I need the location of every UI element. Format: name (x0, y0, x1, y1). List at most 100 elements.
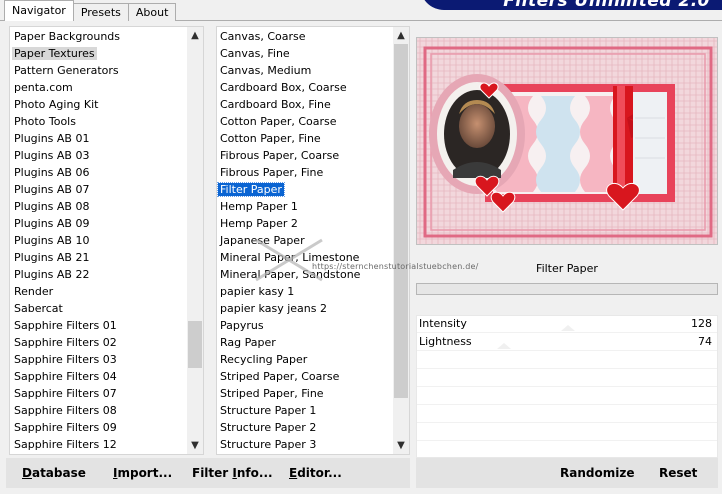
list-item[interactable]: Cardboard Box, Fine (217, 96, 393, 113)
list-item[interactable]: Sabercat (10, 300, 187, 317)
param-empty-row (417, 424, 717, 441)
list-item[interactable]: Sapphire Filters 07 (10, 385, 187, 402)
param-slider-knob[interactable] (497, 343, 511, 349)
list-item-label: Cotton Paper, Fine (220, 132, 321, 145)
filter-preview (416, 37, 718, 245)
param-value: 128 (691, 317, 712, 330)
list-item[interactable]: Cotton Paper, Coarse (217, 113, 393, 130)
list-item[interactable]: Sapphire Filters 02 (10, 334, 187, 351)
watermark-cross-icon (255, 238, 323, 282)
list-item-label: Plugins AB 22 (14, 268, 90, 281)
list-item[interactable]: Plugins AB 09 (10, 215, 187, 232)
list-item-label: Sapphire Filters 01 (14, 319, 117, 332)
reset-button[interactable]: Reset (659, 466, 697, 480)
list-item[interactable]: Photo Tools (10, 113, 187, 130)
list-item[interactable]: Sapphire Filters 03 (10, 351, 187, 368)
filter-scroll-thumb[interactable] (394, 44, 408, 398)
list-item-label: Rag Paper (220, 336, 276, 349)
list-item-label: penta.com (14, 81, 73, 94)
filter-scrollbar[interactable]: ▲ ▼ (393, 27, 409, 454)
param-empty-row (417, 406, 717, 423)
list-item-label: Plugins AB 10 (14, 234, 90, 247)
list-item[interactable]: Canvas, Medium (217, 62, 393, 79)
tab-strip: Navigator Presets About (4, 0, 177, 21)
scroll-down-icon[interactable]: ▼ (187, 437, 203, 454)
list-item[interactable]: Fibrous Paper, Coarse (217, 147, 393, 164)
list-item[interactable]: Fibrous Paper, Fine (217, 164, 393, 181)
list-item[interactable]: Plugins AB 07 (10, 181, 187, 198)
filter-info-button[interactable]: Filter Info... (192, 466, 273, 480)
scroll-up-icon[interactable]: ▲ (187, 27, 203, 44)
list-item-label: Plugins AB 06 (14, 166, 90, 179)
list-item[interactable]: Plugins AB 22 (10, 266, 187, 283)
tab-navigator[interactable]: Navigator (4, 0, 74, 21)
list-item[interactable]: Recycling Paper (217, 351, 393, 368)
list-item[interactable]: Structure Paper 2 (217, 419, 393, 436)
list-item[interactable]: Filter Paper (217, 181, 393, 198)
list-item[interactable]: penta.com (10, 79, 187, 96)
list-item-label: Paper Textures (12, 47, 97, 60)
list-item[interactable]: Striped Paper, Coarse (217, 368, 393, 385)
preview-image (417, 38, 717, 244)
randomize-button[interactable]: Randomize (560, 466, 634, 480)
list-item[interactable]: Sapphire Filters 12 (10, 436, 187, 453)
import-button[interactable]: Import... (113, 466, 172, 480)
param-empty-row (417, 352, 717, 369)
list-item-label: papier kasy jeans 2 (220, 302, 327, 315)
list-item[interactable]: Plugins AB 21 (10, 249, 187, 266)
param-intensity-row[interactable]: Intensity 128 (417, 316, 717, 333)
category-list[interactable]: Paper Backgrounds Paper Textures Pattern G… (10, 28, 187, 454)
list-item[interactable]: Canvas, Fine (217, 45, 393, 62)
list-item-label: Fibrous Paper, Coarse (220, 149, 340, 162)
category-scroll-thumb[interactable] (188, 321, 202, 368)
list-item[interactable]: Sapphire Filters 04 (10, 368, 187, 385)
list-item-label: Cotton Paper, Coarse (220, 115, 337, 128)
list-item[interactable]: Sapphire Filters 09 (10, 419, 187, 436)
tab-presets[interactable]: Presets (72, 3, 129, 21)
category-scrollbar[interactable]: ▲ ▼ (187, 27, 203, 454)
list-item-label: Filter Paper (217, 182, 285, 197)
list-item-label: Photo Aging Kit (14, 98, 99, 111)
list-item[interactable]: Photo Aging Kit (10, 96, 187, 113)
list-item-label: Canvas, Fine (220, 47, 290, 60)
database-button[interactable]: Database (22, 466, 86, 480)
list-item-label: Plugins AB 03 (14, 149, 90, 162)
list-item[interactable]: Paper Backgrounds (10, 28, 187, 45)
editor-button[interactable]: Editor... (289, 466, 342, 480)
param-empty-row (417, 370, 717, 387)
list-item[interactable]: Pattern Generators (10, 62, 187, 79)
tab-about[interactable]: About (127, 3, 177, 21)
list-item[interactable]: papier kasy 1 (217, 283, 393, 300)
scroll-down-icon[interactable]: ▼ (393, 437, 409, 454)
list-item[interactable]: Structure Paper 3 (217, 436, 393, 453)
param-label: Lightness (419, 335, 472, 348)
list-item-label: Plugins AB 07 (14, 183, 90, 196)
list-item[interactable]: Cotton Paper, Fine (217, 130, 393, 147)
param-lightness-row[interactable]: Lightness 74 (417, 334, 717, 351)
list-item[interactable]: Sapphire Filters 08 (10, 402, 187, 419)
list-item[interactable]: Rag Paper (217, 334, 393, 351)
list-item[interactable]: Papyrus (217, 317, 393, 334)
list-item[interactable]: Canvas, Coarse (217, 28, 393, 45)
list-item[interactable]: Striped Paper, Fine (217, 385, 393, 402)
list-item-label: Sapphire Filters 09 (14, 421, 117, 434)
list-item[interactable]: papier kasy jeans 2 (217, 300, 393, 317)
list-item[interactable]: Plugins AB 08 (10, 198, 187, 215)
list-item[interactable]: Paper Textures (10, 45, 187, 62)
list-item-label: Striped Paper, Fine (220, 387, 324, 400)
list-item[interactable]: Render (10, 283, 187, 300)
list-item[interactable]: Plugins AB 03 (10, 147, 187, 164)
scroll-up-icon[interactable]: ▲ (393, 27, 409, 44)
list-item[interactable]: Plugins AB 06 (10, 164, 187, 181)
list-item[interactable]: Sapphire Filters 01 (10, 317, 187, 334)
param-slider-knob[interactable] (561, 325, 575, 331)
list-item[interactable]: Cardboard Box, Coarse (217, 79, 393, 96)
list-item[interactable]: Plugins AB 10 (10, 232, 187, 249)
category-list-panel: Paper Backgrounds Paper Textures Pattern G… (9, 26, 204, 455)
list-item[interactable]: Structure Paper 1 (217, 402, 393, 419)
list-item[interactable]: Hemp Paper 2 (217, 215, 393, 232)
list-item[interactable]: Plugins AB 01 (10, 130, 187, 147)
list-item-label: Fibrous Paper, Fine (220, 166, 324, 179)
preview-filter-name: Filter Paper (536, 262, 598, 275)
list-item[interactable]: Hemp Paper 1 (217, 198, 393, 215)
